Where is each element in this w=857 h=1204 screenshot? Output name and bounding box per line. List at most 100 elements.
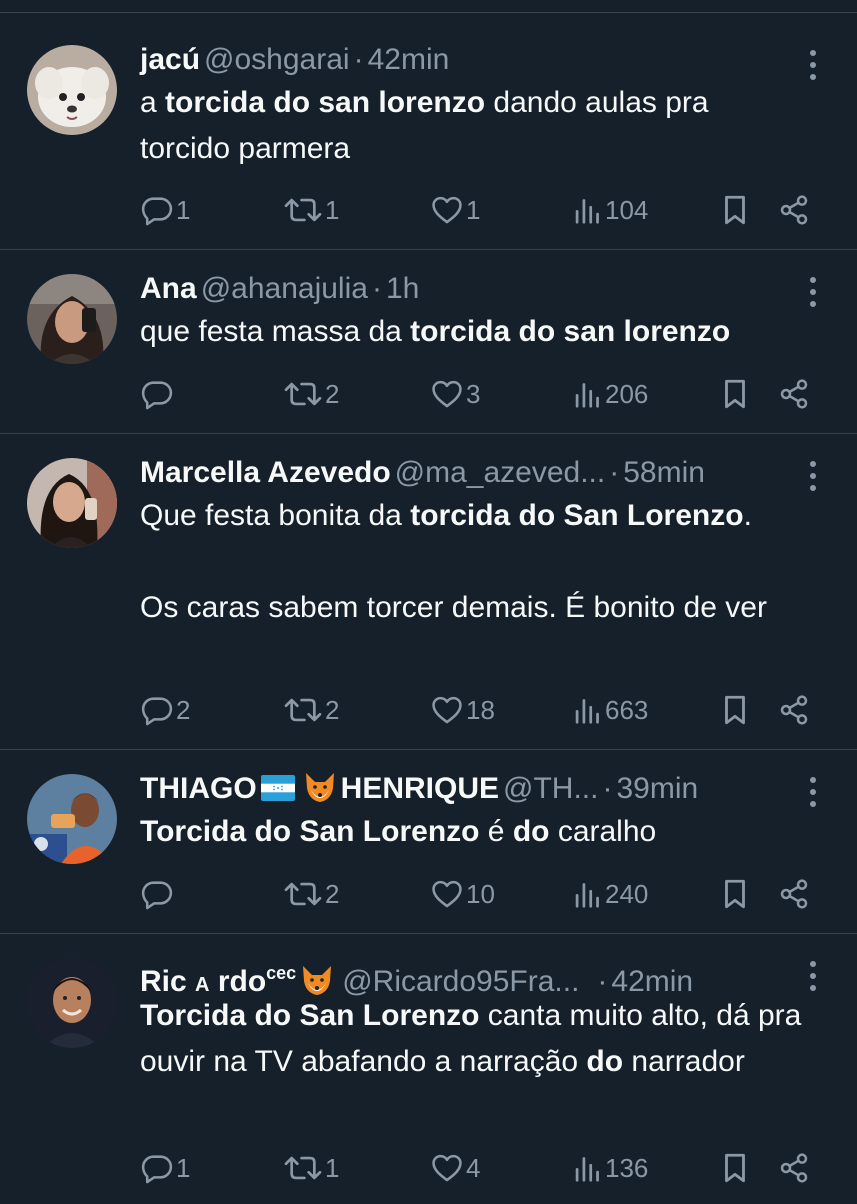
avatar[interactable] [27, 45, 117, 135]
honduras-flag-emoji [260, 775, 295, 801]
retweet-button[interactable]: 2 [283, 690, 339, 730]
tweet[interactable]: Marcella Azevedo @ma_azeved... · 58min Que … [0, 434, 857, 750]
retweet-button[interactable]: 1 [283, 190, 339, 230]
like-button[interactable]: 4 [430, 1148, 480, 1188]
tweet[interactable]: jacú @oshgarai · 42min a torcida do san lor… [0, 13, 857, 250]
share-button[interactable] [778, 690, 810, 730]
retweets-count: 1 [325, 1152, 340, 1183]
text-span: Que festa bonita da [140, 499, 411, 532]
reply-button[interactable]: 2 [140, 690, 190, 730]
tweet[interactable]: Ric A rdocec @Ricardo95Fra... · 42min Torci… [0, 934, 857, 1204]
views-button[interactable]: 663 [573, 690, 648, 730]
like-button[interactable]: 18 [430, 690, 495, 730]
bar-chart-icon [573, 693, 603, 727]
display-name[interactable]: jacú [140, 43, 200, 76]
like-button[interactable]: 10 [430, 874, 495, 914]
text-span: que festa massa da [140, 315, 411, 348]
avatar[interactable] [27, 774, 117, 864]
tweet-text: Torcida do San Lorenzo é do caralho [140, 809, 830, 855]
share-button[interactable] [778, 874, 810, 914]
bar-chart-icon [573, 377, 603, 411]
display-name[interactable]: Marcella Azevedo [140, 456, 391, 489]
tweet-header: Ana @ahanajulia · 1h [140, 270, 830, 308]
bookmark-button[interactable] [720, 874, 750, 914]
bookmark-icon [720, 1151, 750, 1185]
replies-count: 1 [176, 1152, 191, 1183]
retweets-count: 1 [325, 194, 340, 225]
tweet-content: Ana @ahanajulia · 1h que festa massa da tor… [140, 270, 830, 355]
user-handle[interactable]: @ma_azeved... [395, 456, 606, 489]
retweet-icon [283, 377, 323, 411]
tweet-text: a torcida do san lorenzo dando aulas pra… [140, 80, 790, 172]
action-bar: 2 2 18 663 [140, 690, 830, 730]
avatar[interactable] [27, 458, 117, 548]
text-span: a [140, 86, 166, 119]
bookmark-button[interactable] [720, 374, 750, 414]
views-button[interactable]: 206 [573, 374, 648, 414]
replies-count: 1 [176, 194, 191, 225]
tweet[interactable]: THIAGO HENRIQUE @TH... · 39min Torcida do Sa… [0, 750, 857, 934]
tweet-text: Torcida do San Lorenzo canta muito alto,… [140, 993, 830, 1085]
share-button[interactable] [778, 190, 810, 230]
action-bar: 1 1 1 104 [140, 190, 830, 230]
tweet-header: Ric A rdocec @Ricardo95Fra... · 42min [140, 954, 830, 998]
bookmark-button[interactable] [720, 1148, 750, 1188]
heart-icon [430, 377, 464, 411]
highlighted-text: do [586, 1045, 624, 1078]
views-count: 206 [605, 378, 649, 409]
views-button[interactable]: 136 [573, 1148, 648, 1188]
share-icon [778, 1151, 810, 1185]
user-handle[interactable]: @oshgarai [204, 43, 350, 76]
retweet-button[interactable]: 2 [283, 874, 339, 914]
share-button[interactable] [778, 1148, 810, 1188]
more-options-icon[interactable] [807, 49, 819, 81]
separator-dot: · [353, 43, 364, 76]
bookmark-button[interactable] [720, 690, 750, 730]
more-options-icon[interactable] [807, 276, 819, 308]
avatar[interactable] [27, 274, 117, 364]
replies-count: 2 [176, 694, 191, 725]
timestamp[interactable]: 39min [616, 772, 698, 805]
more-options-icon[interactable] [807, 960, 819, 992]
avatar[interactable] [27, 958, 117, 1048]
share-button[interactable] [778, 374, 810, 414]
like-button[interactable]: 3 [430, 374, 480, 414]
tweet[interactable]: Ana @ahanajulia · 1h que festa massa da tor… [0, 250, 857, 434]
timestamp[interactable]: 1h [386, 272, 419, 305]
heart-icon [430, 877, 464, 911]
display-name-part[interactable]: HENRIQUE [341, 772, 499, 805]
retweet-button[interactable]: 1 [283, 1148, 339, 1188]
views-button[interactable]: 240 [573, 874, 648, 914]
views-count: 136 [605, 1152, 649, 1183]
reply-button[interactable] [140, 874, 176, 914]
like-button[interactable]: 1 [430, 190, 480, 230]
action-bar: 1 1 4 136 [140, 1148, 830, 1188]
reply-button[interactable]: 1 [140, 1148, 190, 1188]
reply-button[interactable]: 1 [140, 190, 190, 230]
highlighted-text: torcida do san lorenzo [165, 86, 486, 119]
likes-count: 18 [466, 694, 495, 725]
likes-count: 3 [466, 378, 481, 409]
reply-button[interactable] [140, 374, 176, 414]
timestamp[interactable]: 42min [368, 43, 450, 76]
reply-icon [140, 193, 174, 227]
display-name[interactable]: Ana [140, 272, 197, 305]
user-handle[interactable]: @ahanajulia [201, 272, 368, 305]
more-options-icon[interactable] [807, 776, 819, 808]
retweets-count: 2 [325, 694, 340, 725]
reply-icon [140, 1151, 174, 1185]
views-button[interactable]: 104 [573, 190, 648, 230]
user-handle[interactable]: @TH... [503, 772, 598, 805]
share-icon [778, 877, 810, 911]
reply-icon [140, 877, 174, 911]
highlighted-text: Torcida do San Lorenzo [140, 999, 480, 1032]
share-icon [778, 693, 810, 727]
more-options-icon[interactable] [807, 460, 819, 492]
display-name-superscript: cec [266, 963, 297, 983]
bookmark-button[interactable] [720, 190, 750, 230]
timestamp[interactable]: 58min [623, 456, 705, 489]
retweet-button[interactable]: 2 [283, 374, 339, 414]
retweets-count: 2 [325, 378, 340, 409]
display-name-part[interactable]: THIAGO [140, 772, 257, 805]
text-span: caralho [549, 815, 657, 848]
